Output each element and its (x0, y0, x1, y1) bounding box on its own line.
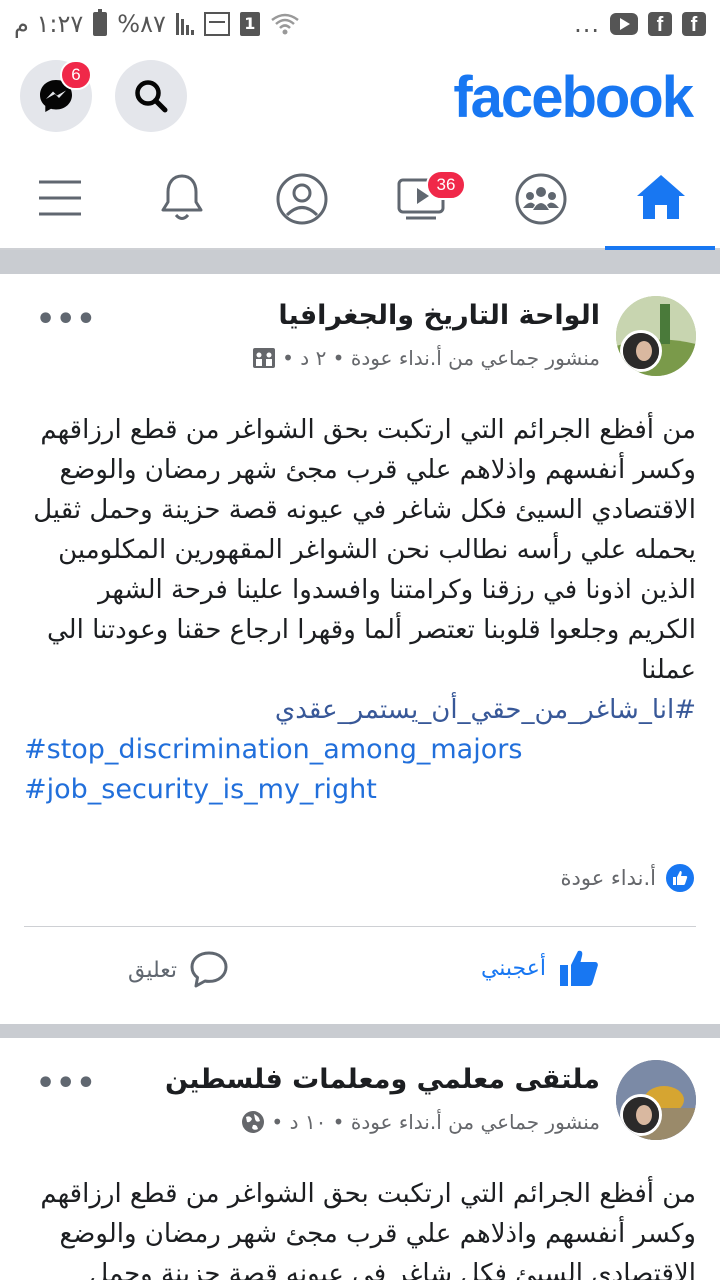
messenger-button[interactable]: 6 (20, 60, 92, 132)
search-button[interactable] (115, 60, 187, 132)
feed-divider (0, 250, 720, 274)
reaction-summary[interactable]: أ.نداء عودة (560, 862, 696, 894)
like-label: أعجبني (480, 955, 546, 981)
profile-icon (276, 173, 328, 225)
sim-icon: 1 (239, 12, 260, 36)
group-name[interactable]: ملتقى معلمي ومعلمات فلسطين (165, 1064, 600, 1095)
facebook-app-icon: f (648, 12, 672, 36)
battery-percent: %٨٧ (117, 10, 166, 38)
hashtag-link[interactable]: #job_security_is_my_right (24, 770, 696, 810)
group-avatar[interactable] (616, 296, 696, 376)
globe-icon (242, 1111, 265, 1133)
bell-icon (161, 174, 203, 220)
status-bar: ١:٢٧ م %٨٧ 1 ... f f (0, 0, 720, 52)
post-meta-text: منشور جماعي من أ.نداء عودة • ٢ د • (282, 346, 600, 370)
feed-divider (0, 1024, 720, 1038)
video-badge: 36 (426, 170, 466, 200)
nav-watch[interactable]: 36 (366, 144, 476, 248)
post-text: من أفظع الجرائم التي ارتكبت بحق الشواغر … (33, 415, 696, 685)
feed-post: ملتقى معلمي ومعلمات فلسطين منشور جماعي م… (0, 1038, 720, 1280)
more-options-button[interactable]: ••• (36, 302, 97, 337)
status-right: ... f f (574, 10, 706, 38)
youtube-icon (610, 13, 638, 35)
post-body: من أفظع الجرائم التي ارتكبت بحق الشواغر … (24, 410, 696, 810)
post-meta: منشور جماعي من أ.نداء عودة • ٢ د • (252, 346, 600, 370)
post-header: الواحة التاريخ والجغرافيا منشور جماعي من… (0, 274, 720, 384)
post-header: ملتقى معلمي ومعلمات فلسطين منشور جماعي م… (0, 1038, 720, 1148)
search-icon (135, 80, 168, 113)
status-time: ١:٢٧ م (14, 10, 84, 38)
feed-post: الواحة التاريخ والجغرافيا منشور جماعي من… (0, 274, 720, 1024)
comment-icon (190, 951, 228, 988)
nav-home[interactable] (605, 144, 715, 250)
battery-icon (93, 9, 108, 36)
wifi-icon (271, 13, 299, 35)
reaction-names: أ.نداء عودة (560, 866, 657, 890)
comment-button[interactable]: تعليق (128, 950, 229, 990)
post-text: من أفظع الجرائم التي ارتكبت بحق الشواغر … (40, 1179, 696, 1280)
home-icon (637, 175, 685, 219)
hashtag-link[interactable]: #انا_شاغر_من_حقي_أن_يستمر_عقدي (24, 690, 696, 730)
data-signal-icon (203, 12, 230, 36)
status-left: ١:٢٧ م %٨٧ 1 (14, 9, 300, 38)
facebook-logo[interactable]: facebook (453, 64, 694, 131)
status-overflow: ... (574, 10, 600, 38)
nav-menu[interactable] (5, 144, 115, 248)
main-nav: 36 (0, 144, 720, 250)
signal-icon (175, 13, 194, 35)
group-name[interactable]: الواحة التاريخ والجغرافيا (278, 300, 600, 331)
nav-notifications[interactable] (127, 144, 237, 248)
nav-profile[interactable] (245, 144, 355, 248)
post-meta: منشور جماعي من أ.نداء عودة • ١٠ د • (241, 1110, 600, 1134)
group-privacy-icon (253, 348, 276, 368)
post-meta-text: منشور جماعي من أ.نداء عودة • ١٠ د • (271, 1110, 600, 1134)
groups-icon (515, 173, 567, 225)
like-reaction-icon (664, 862, 696, 894)
member-avatar (620, 1094, 662, 1136)
group-avatar[interactable] (616, 1060, 696, 1140)
nav-groups[interactable] (484, 144, 594, 248)
like-button[interactable]: أعجبني (481, 948, 600, 988)
like-icon (560, 950, 598, 986)
comment-label: تعليق (128, 957, 178, 983)
more-options-button[interactable]: ••• (36, 1066, 97, 1101)
actions-divider (24, 926, 696, 927)
menu-icon (39, 180, 81, 216)
messenger-badge: 6 (60, 60, 92, 90)
hashtag-link[interactable]: #stop_discrimination_among_majors (24, 730, 696, 770)
app-header: 6 facebook (0, 52, 720, 144)
post-body: من أفظع الجرائم التي ارتكبت بحق الشواغر … (24, 1174, 696, 1280)
member-avatar (620, 330, 662, 372)
facebook-app-icon-2: f (682, 12, 706, 36)
